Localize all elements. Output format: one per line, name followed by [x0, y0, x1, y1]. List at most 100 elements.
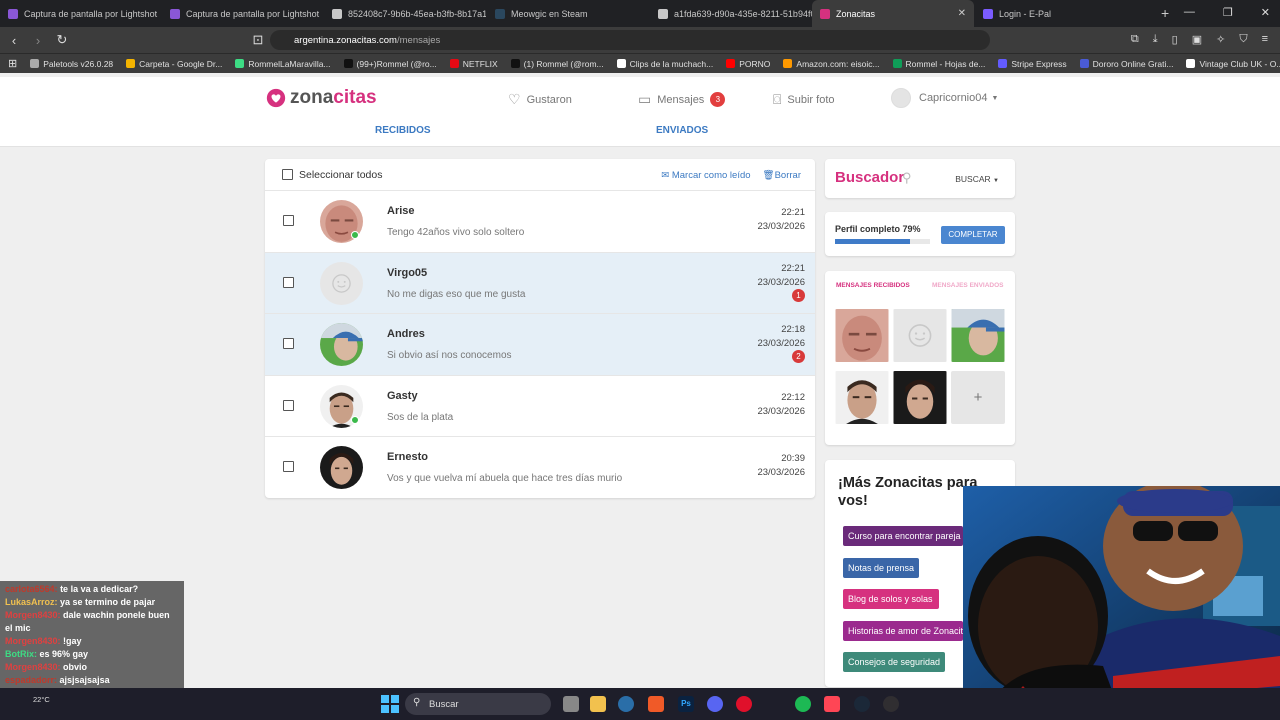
search-icon[interactable]: ⚲ [902, 170, 912, 186]
profile-thumbnail[interactable] [951, 309, 1005, 362]
message-checkbox[interactable] [283, 215, 294, 226]
browser-tab[interactable]: 852408c7-9b6b-45ea-b3fb-8b17a17 [324, 0, 486, 27]
bookmark-item[interactable]: Stripe Express [998, 59, 1067, 69]
message-checkbox[interactable] [283, 276, 294, 288]
bookmark-item[interactable]: Clips de la muchach... [616, 59, 713, 69]
message-checkbox[interactable] [283, 338, 294, 349]
weather-widget[interactable]: 22°C [33, 695, 50, 704]
sender-name[interactable]: Andres [387, 328, 425, 340]
message-checkbox[interactable] [283, 399, 294, 411]
more-link-button[interactable]: Curso para encontrar pareja [843, 526, 963, 546]
leo-icon[interactable]: ✧ [1216, 33, 1225, 46]
message-row[interactable]: Gasty Sos de la plata 22:12 23/03/2026 [265, 376, 815, 437]
add-photo-button[interactable]: + [951, 371, 1005, 424]
close-tab-icon[interactable]: ✕ [958, 8, 966, 19]
profile-thumbnail[interactable] [835, 371, 889, 424]
completar-button[interactable]: COMPLETAR [941, 226, 1005, 244]
taskbar-search[interactable]: ⚲ Buscar [405, 693, 551, 715]
bookmark-label: (99+)Rommel (@ro... [356, 58, 437, 69]
discord-icon[interactable] [707, 696, 723, 712]
spotify-icon[interactable] [795, 696, 811, 712]
more-link-button[interactable]: Historias de amor de Zonacitas [843, 620, 963, 641]
avatar[interactable] [320, 446, 363, 489]
bookmark-item[interactable]: PORNO [726, 59, 770, 69]
download-icon[interactable]: ⤓ [1153, 33, 1158, 46]
reload-icon[interactable]: ↻ [52, 32, 72, 48]
bookmark-item[interactable]: (1) Rommel (@rom... [510, 59, 604, 69]
bookmark-page-icon[interactable]: ⊡ [248, 32, 268, 48]
browser-tab[interactable]: Captura de pantalla por Lightshot [0, 0, 162, 27]
apps-icon[interactable]: ⊞ [8, 57, 17, 70]
new-tab-button[interactable]: + [1161, 5, 1169, 21]
message-row[interactable]: Arise Tengo 42años vivo solo soltero 22:21… [265, 191, 815, 253]
sidebar-icon[interactable]: ▯ [1172, 33, 1178, 46]
user-menu[interactable]: Capricornio04 ▼ [891, 88, 998, 108]
tab-title: a1fda639-d90a-435e-8211-51b94f0 [674, 8, 812, 19]
browser-tab[interactable]: Meowgic en Steam [487, 0, 649, 27]
sender-name[interactable]: Virgo05 [387, 267, 427, 279]
bookmark-item[interactable]: RommelLaMaravilla... [235, 59, 331, 69]
vpn-icon[interactable]: ⛉ [1239, 33, 1247, 46]
forward-icon[interactable]: › [28, 33, 48, 48]
nav-subir-foto[interactable]: ⌼ Subir foto [773, 91, 835, 108]
buscar-dropdown[interactable]: BUSCAR ▼ [955, 174, 999, 184]
bookmark-item[interactable]: Dororo Online Grati... [1079, 59, 1173, 69]
message-row[interactable]: Ernesto Vos y que vuelva mí abuela que ha… [265, 437, 815, 498]
close-window-icon[interactable]: ✕ [1261, 6, 1270, 19]
menu-icon[interactable]: ≡ [1262, 33, 1268, 46]
opera-icon[interactable] [736, 696, 752, 712]
message-preview: Sos de la plata [387, 411, 454, 423]
bookmark-item[interactable]: Rommel - Hojas de... [892, 59, 985, 69]
message-checkbox[interactable] [283, 461, 294, 472]
more-link-button[interactable]: Blog de solos y solas [843, 589, 939, 609]
profile-thumbnail[interactable] [835, 309, 889, 362]
browser-tab[interactable]: Login - E-Pal [975, 0, 1137, 27]
profile-thumbnail[interactable] [893, 309, 947, 362]
delete-button[interactable]: 🗑Borrar [763, 170, 801, 181]
file-explorer-icon[interactable] [590, 696, 606, 712]
steam-icon[interactable] [618, 696, 634, 712]
bookmark-item[interactable]: NETFLIX [449, 59, 498, 69]
tab-recibidos[interactable]: RECIBIDOS [375, 125, 431, 136]
unread-count-badge: 2 [792, 350, 805, 363]
bookmark-item[interactable]: Carpeta - Google Dr... [126, 59, 222, 69]
steam-icon[interactable] [854, 696, 870, 712]
address-bar[interactable]: argentina.zonacitas.com/mensajes [270, 30, 990, 50]
bookmark-item[interactable]: Amazon.com: eisoic... [783, 59, 880, 69]
extensions-icon[interactable]: ⧉ [1131, 33, 1139, 46]
minimize-icon[interactable]: — [1184, 6, 1195, 19]
task-view-icon[interactable] [563, 696, 579, 712]
browser-tab[interactable]: Zonacitas ✕ [812, 0, 974, 27]
sender-name[interactable]: Gasty [387, 390, 418, 402]
tab-enviados[interactable]: ENVIADOS [656, 125, 708, 136]
avatar[interactable] [320, 323, 363, 366]
browser-tab[interactable]: a1fda639-d90a-435e-8211-51b94f0 [650, 0, 812, 27]
more-link-button[interactable]: Consejos de seguridad [843, 652, 945, 672]
sender-name[interactable]: Arise [387, 205, 415, 217]
message-row[interactable]: Virgo05 No me digas eso que me gusta 22:21… [265, 252, 815, 314]
valorant-icon[interactable] [824, 696, 840, 712]
avatar[interactable] [320, 261, 363, 305]
sender-name[interactable]: Ernesto [387, 451, 428, 463]
maximize-icon[interactable]: ❐ [1223, 6, 1233, 19]
windows-start-icon[interactable] [381, 695, 399, 713]
brave-icon[interactable] [648, 696, 664, 712]
nav-gustaron[interactable]: ♡ Gustaron [508, 91, 572, 108]
bookmark-item[interactable]: Vintage Club UK - O... [1186, 59, 1280, 69]
tab-mensajes-recibidos[interactable]: MENSAJES RECIBIDOS [836, 282, 910, 289]
obs-icon[interactable] [883, 696, 899, 712]
message-row[interactable]: Andres Si obvio así nos conocemos 22:18 23/… [265, 314, 815, 376]
bookmark-item[interactable]: Paletools v26.0.28 [30, 59, 113, 69]
select-all-checkbox[interactable] [282, 169, 293, 180]
nav-mensajes[interactable]: ▭ Mensajes 3 [638, 91, 726, 108]
browser-tab[interactable]: Captura de pantalla por Lightshot [162, 0, 324, 27]
zonacitas-logo[interactable]: zona citas [265, 87, 377, 109]
mark-read-button[interactable]: ✉ Marcar como leído [661, 170, 750, 181]
profile-thumbnail[interactable] [893, 371, 947, 424]
back-icon[interactable]: ‹ [4, 33, 24, 48]
more-link-button[interactable]: Notas de prensa [843, 557, 919, 578]
wallet-icon[interactable]: ▣ [1192, 33, 1202, 46]
tab-mensajes-enviados[interactable]: MENSAJES ENVIADOS [932, 282, 1004, 289]
bookmark-item[interactable]: (99+)Rommel (@ro... [343, 58, 437, 69]
photoshop-icon[interactable]: Ps [678, 696, 694, 712]
